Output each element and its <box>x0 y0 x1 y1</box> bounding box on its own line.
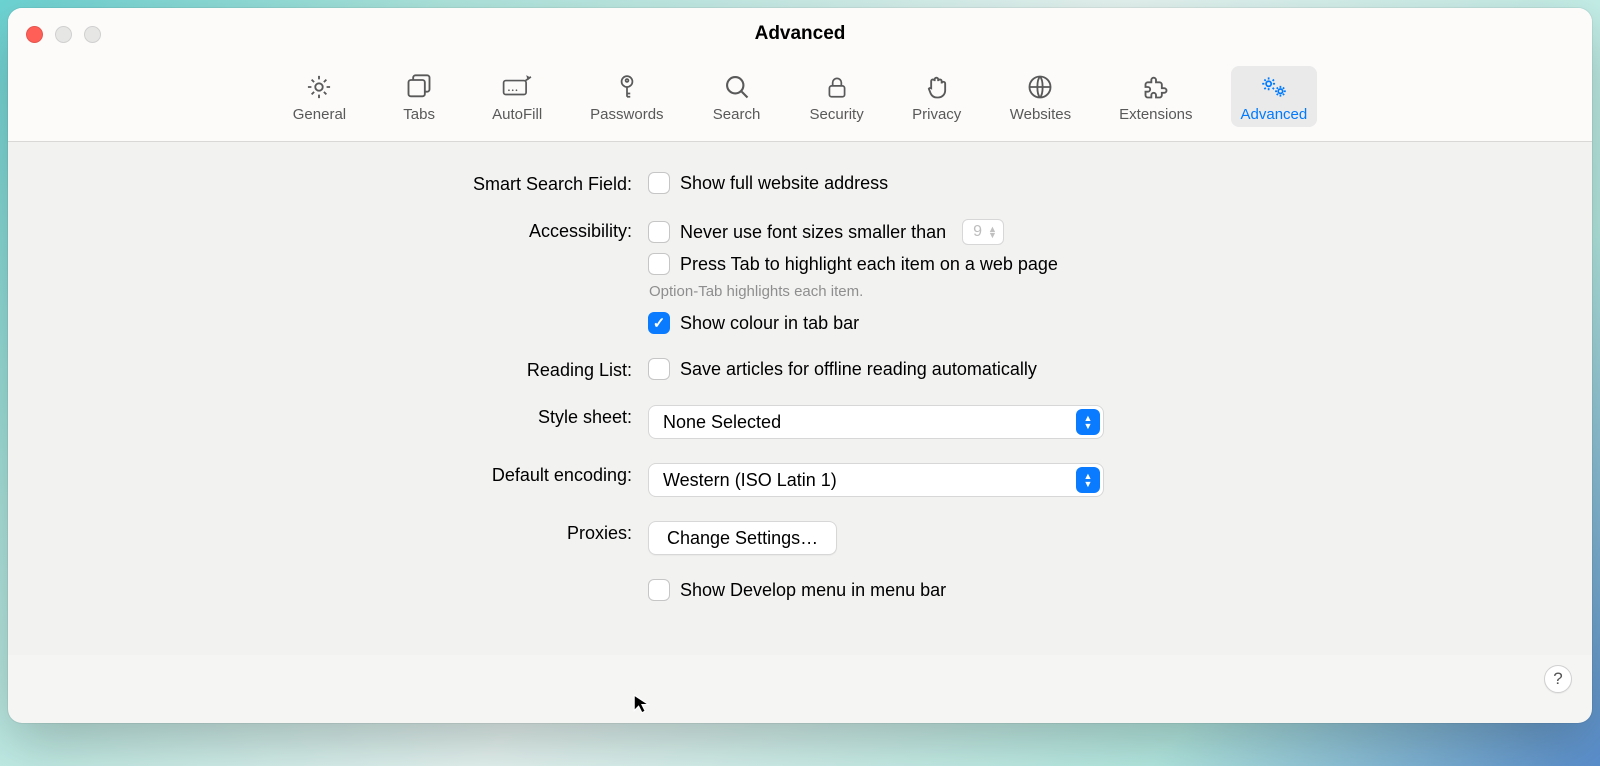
tab-label: Security <box>810 106 864 123</box>
titlebar: Advanced <box>8 8 1592 60</box>
select-arrows-icon: ▲▼ <box>1076 467 1100 493</box>
press-tab-label: Press Tab to highlight each item on a we… <box>680 254 1058 275</box>
tab-label: Search <box>713 106 761 123</box>
stepper-arrows-icon: ▲▼ <box>988 226 997 238</box>
change-proxy-settings-button[interactable]: Change Settings… <box>648 521 837 555</box>
key-icon <box>612 72 642 102</box>
tab-tabs[interactable]: Tabs <box>384 66 454 127</box>
help-button[interactable]: ? <box>1544 665 1572 693</box>
smart-search-label: Smart Search Field: <box>48 172 648 195</box>
change-proxy-settings-label: Change Settings… <box>667 528 818 549</box>
window-title: Advanced <box>8 23 1592 45</box>
preferences-window: Advanced General Tabs AutoFill <box>8 8 1592 723</box>
show-colour-tab-bar-label: Show colour in tab bar <box>680 313 859 334</box>
tab-label: Extensions <box>1119 106 1192 123</box>
style-sheet-value: None Selected <box>663 412 781 433</box>
tab-search[interactable]: Search <box>702 66 772 127</box>
gear-icon <box>304 72 334 102</box>
show-develop-menu-label: Show Develop menu in menu bar <box>680 580 946 601</box>
show-full-address-checkbox[interactable] <box>648 172 670 194</box>
tab-label: AutoFill <box>492 106 542 123</box>
accessibility-label: Accessibility: <box>48 219 648 242</box>
search-icon <box>722 72 752 102</box>
zoom-window-button[interactable] <box>84 26 101 43</box>
proxies-label: Proxies: <box>48 521 648 544</box>
style-sheet-label: Style sheet: <box>48 405 648 428</box>
save-offline-label: Save articles for offline reading automa… <box>680 359 1037 380</box>
hand-icon <box>922 72 952 102</box>
tab-label: Tabs <box>403 106 435 123</box>
tab-label: Websites <box>1010 106 1071 123</box>
select-arrows-icon: ▲▼ <box>1076 409 1100 435</box>
tabs-icon <box>404 72 434 102</box>
globe-icon <box>1025 72 1055 102</box>
gears-icon <box>1259 72 1289 102</box>
tab-passwords[interactable]: Passwords <box>580 66 673 127</box>
mouse-cursor-icon <box>632 693 654 715</box>
tab-extensions[interactable]: Extensions <box>1109 66 1202 127</box>
tab-label: Privacy <box>912 106 961 123</box>
default-encoding-value: Western (ISO Latin 1) <box>663 470 837 491</box>
tab-websites[interactable]: Websites <box>1000 66 1081 127</box>
show-colour-tab-bar-checkbox[interactable] <box>648 312 670 334</box>
tab-advanced[interactable]: Advanced <box>1231 66 1318 127</box>
press-tab-hint: Option-Tab highlights each item. <box>649 283 1058 300</box>
minimize-window-button[interactable] <box>55 26 72 43</box>
tab-autofill[interactable]: AutoFill <box>482 66 552 127</box>
preferences-toolbar: General Tabs AutoFill Passwords <box>8 60 1592 142</box>
default-encoding-label: Default encoding: <box>48 463 648 486</box>
reading-list-label: Reading List: <box>48 358 648 381</box>
window-controls <box>26 26 101 43</box>
advanced-pane: Smart Search Field: Show full website ad… <box>8 142 1592 655</box>
min-font-size-value: 9 <box>973 223 982 241</box>
show-develop-menu-checkbox[interactable] <box>648 579 670 601</box>
style-sheet-select[interactable]: None Selected ▲▼ <box>648 405 1104 439</box>
min-font-size-checkbox[interactable] <box>648 221 670 243</box>
tab-label: Advanced <box>1241 106 1308 123</box>
show-full-address-label: Show full website address <box>680 173 888 194</box>
min-font-size-stepper[interactable]: 9 ▲▼ <box>962 219 1004 245</box>
tab-privacy[interactable]: Privacy <box>902 66 972 127</box>
close-window-button[interactable] <box>26 26 43 43</box>
tab-label: General <box>293 106 346 123</box>
tab-security[interactable]: Security <box>800 66 874 127</box>
save-offline-checkbox[interactable] <box>648 358 670 380</box>
puzzle-icon <box>1141 72 1171 102</box>
min-font-size-label: Never use font sizes smaller than <box>680 222 946 243</box>
tab-general[interactable]: General <box>283 66 356 127</box>
press-tab-checkbox[interactable] <box>648 253 670 275</box>
lock-icon <box>822 72 852 102</box>
default-encoding-select[interactable]: Western (ISO Latin 1) ▲▼ <box>648 463 1104 497</box>
autofill-icon <box>502 72 532 102</box>
tab-label: Passwords <box>590 106 663 123</box>
